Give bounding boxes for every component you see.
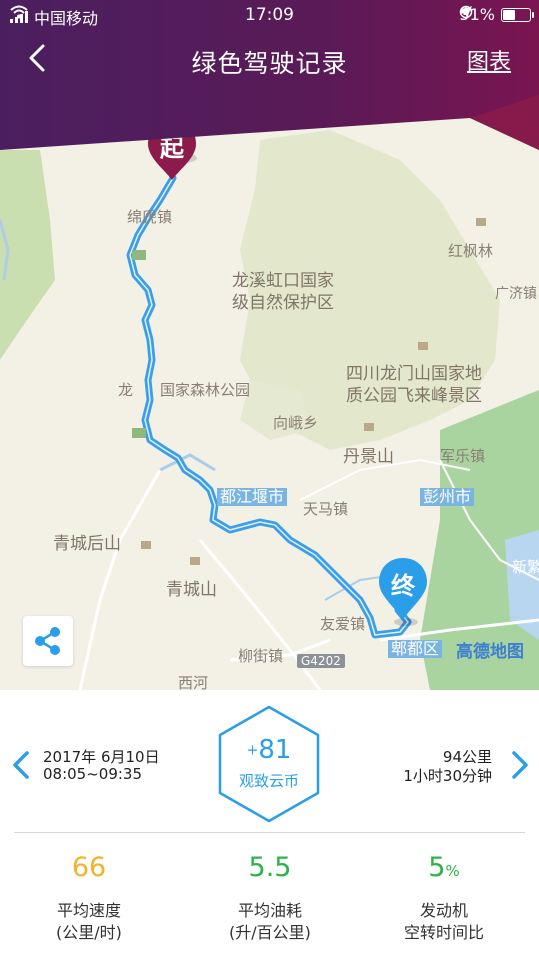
coin-reward-label: 观致云币: [238, 772, 299, 790]
chevron-left-icon: [29, 44, 45, 72]
stat-number: 5: [428, 852, 446, 883]
stat-number: 5.5: [248, 852, 292, 883]
chevron-right-icon: [512, 751, 528, 779]
share-icon: [35, 627, 60, 655]
stat-label-line-2: (公里/时): [56, 923, 122, 942]
stat-value: 5%: [364, 848, 524, 888]
stat-average-fuel: 5.5 平均油耗 (升/百公里): [190, 848, 350, 944]
stat-label-line-2: (升/百公里): [229, 923, 311, 942]
back-button[interactable]: [20, 40, 56, 76]
divider: [14, 832, 525, 833]
map-label-qingchengshan: 青城山: [166, 580, 217, 600]
map-label-longmen-1: 四川龙门山国家地: [346, 364, 482, 384]
stat-average-speed: 66 平均速度 (公里/时): [9, 848, 169, 944]
map-label-xuankou: 绵虒镇: [127, 208, 173, 226]
map-background: [0, 130, 539, 690]
stat-label-line-2: 空转时间比: [403, 923, 484, 942]
map-label-pengzhou: 彭州市: [420, 488, 475, 506]
map-label-xinfan: 新繁: [512, 558, 539, 576]
map-label-xiange: 向峨乡: [273, 414, 319, 432]
previous-trip-button[interactable]: [8, 750, 34, 780]
stat-value: 66: [9, 848, 169, 888]
nav-bar: 绿色驾驶记录 图表: [0, 34, 539, 84]
map-label-dujiangyan: 都江堰市: [217, 488, 288, 506]
start-marker[interactable]: 起: [145, 118, 199, 188]
stat-label-line-1: 平均速度: [56, 901, 121, 920]
coin-reward-value: +81: [216, 735, 322, 765]
stat-label: 平均速度 (公里/时): [9, 900, 169, 944]
trip-time-range: 08:05~09:35: [43, 765, 143, 783]
map-label-xihe: 西河: [178, 674, 209, 691]
coin-sign: +: [246, 742, 259, 759]
map-label-longmen-2: 质公园飞来峰景区: [346, 386, 482, 406]
map-label-liujie: 柳街镇: [238, 647, 284, 665]
trip-distance: 94公里: [442, 748, 492, 766]
map-label-reserve-1: 龙溪虹口国家: [232, 271, 334, 291]
map-label-junle: 军乐镇: [440, 447, 486, 465]
trip-duration: 1小时30分钟: [403, 767, 492, 785]
chart-link[interactable]: 图表: [467, 44, 511, 76]
stat-label: 平均油耗 (升/百公里): [190, 900, 350, 944]
coin-amount: 81: [258, 735, 292, 765]
trip-summary-panel: 2017年 6月10日 08:05~09:35 +81 观致云币 94公里 1小…: [0, 690, 539, 960]
stat-value: 5.5: [190, 848, 350, 888]
start-marker-label: 起: [160, 134, 184, 162]
map-label-hongfenglin: 红枫林: [448, 242, 494, 260]
map-label-reserve-2: 级自然保护区: [232, 293, 334, 313]
end-marker[interactable]: 终: [376, 556, 430, 626]
page-title: 绿色驾驶记录: [191, 49, 348, 78]
stat-unit: %: [445, 862, 460, 880]
next-trip-button[interactable]: [507, 750, 533, 780]
map-label-danjingshan: 丹景山: [343, 447, 394, 467]
route-map[interactable]: 红枫林 广济镇 龙溪虹口国家 级自然保护区 四川龙门山国家地 质公园飞来峰景区 …: [0, 0, 539, 690]
end-marker-label: 终: [391, 572, 415, 600]
map-label-pixian: 郫都区: [388, 640, 443, 658]
map-label-youai: 友爱镇: [320, 615, 366, 633]
chevron-left-icon: [13, 751, 29, 779]
map-label-qingcheng-back: 青城后山: [53, 534, 121, 554]
map-label-tianma: 天马镇: [303, 500, 349, 518]
map-label-forest-park-1: 龙: [118, 381, 134, 399]
stat-label-line-1: 平均油耗: [237, 901, 302, 920]
map-label-guangji: 广济镇: [495, 286, 537, 302]
trip-date: 2017年 6月10日: [43, 748, 160, 766]
share-button[interactable]: [23, 616, 73, 666]
stat-number: 66: [71, 852, 107, 883]
stat-idle-ratio: 5% 发动机空转时间比: [364, 848, 524, 944]
map-label-forest-park-2: 国家森林公园: [160, 381, 251, 399]
stat-label-line-1: 发动机: [419, 901, 468, 920]
map-label-road-g4202: G4202: [297, 654, 345, 668]
stat-label: 发动机 空转时间比: [364, 900, 524, 944]
amap-attribution: 高德地图: [456, 642, 524, 662]
